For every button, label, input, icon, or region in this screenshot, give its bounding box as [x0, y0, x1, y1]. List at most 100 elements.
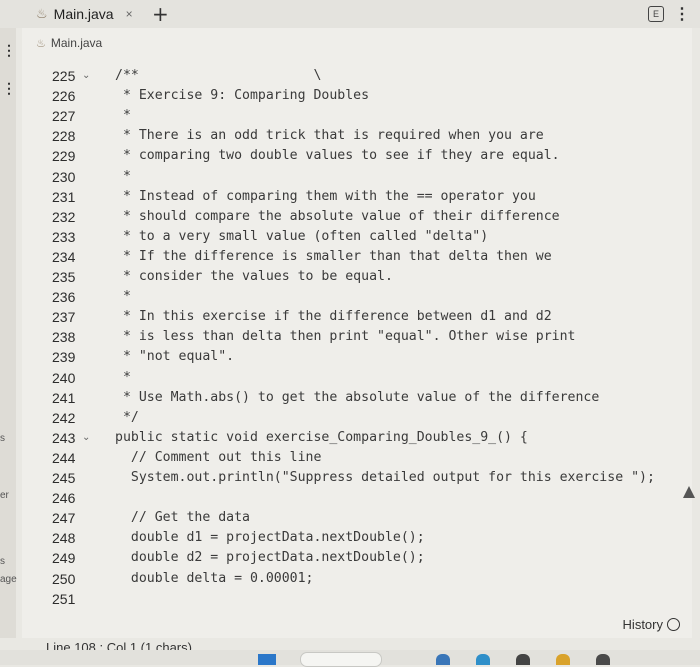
line-number: 242: [52, 409, 76, 426]
more-options-icon[interactable]: ⋮: [674, 4, 690, 24]
file-label[interactable]: Main.java: [51, 36, 102, 50]
code-text: System.out.println("Suppress detailed ou…: [115, 470, 655, 485]
fold-chevron-icon[interactable]: ⌄: [82, 428, 90, 448]
line-number: 230: [52, 168, 76, 185]
breadcrumb: ♨ Main.java: [36, 36, 102, 50]
code-line[interactable]: 232 * should compare the absolute value …: [22, 207, 692, 227]
line-number: 236: [52, 289, 76, 306]
code-line[interactable]: 233 * to a very small value (often calle…: [22, 227, 692, 247]
line-number: 238: [52, 329, 76, 346]
history-button[interactable]: History: [623, 617, 680, 632]
line-number: 239: [52, 349, 76, 366]
line-number: 229: [52, 148, 76, 165]
code-line[interactable]: 229 * comparing two double values to see…: [22, 146, 692, 166]
code-text: *: [115, 289, 131, 305]
history-label: History: [622, 617, 663, 632]
close-tab-icon[interactable]: ×: [126, 7, 133, 21]
taskbar-app-icon[interactable]: [556, 654, 570, 665]
line-number: 227: [52, 108, 76, 125]
code-text: */: [115, 409, 139, 425]
code-line[interactable]: 242 */: [22, 408, 692, 428]
code-line[interactable]: 236 *: [22, 287, 692, 307]
code-text: * comparing two double values to see if …: [115, 148, 560, 164]
code-line[interactable]: 251: [22, 589, 692, 609]
line-number: 240: [52, 369, 76, 386]
code-text: * should compare the absolute value of t…: [115, 208, 560, 224]
os-taskbar: [0, 650, 700, 667]
tab-main-java[interactable]: ♨ Main.java ×: [36, 0, 148, 28]
line-number: 232: [52, 208, 76, 225]
code-line[interactable]: 230 *: [22, 167, 692, 187]
left-pane-text-fragment: s: [0, 556, 5, 567]
code-text: // Get the data: [115, 510, 250, 526]
line-number: 245: [52, 470, 76, 486]
tab-bar: ♨ Main.java × + E ⋮: [0, 0, 700, 28]
code-text: * There is an odd trick that is required…: [115, 128, 544, 144]
taskbar-app-icon[interactable]: [516, 654, 530, 665]
code-text: * to a very small value (often called "d…: [115, 228, 489, 244]
java-file-icon: ♨: [36, 6, 48, 21]
code-line[interactable]: 250 double delta = 0.00001;: [22, 569, 692, 589]
code-text: public static void exercise_Comparing_Do…: [115, 429, 528, 445]
code-line[interactable]: 225 ⌄ /** \: [22, 66, 692, 86]
line-number: 234: [52, 248, 76, 265]
line-number: 233: [52, 228, 76, 245]
mouse-cursor-icon: [683, 486, 695, 498]
line-number: 250: [52, 570, 76, 587]
line-number: 247: [52, 510, 76, 527]
code-line[interactable]: 235 * consider the values to be equal.: [22, 267, 692, 287]
code-text: double d1 = projectData.nextDouble();: [115, 530, 425, 546]
code-line[interactable]: 226 * Exercise 9: Comparing Doubles: [22, 86, 692, 106]
line-number: 246: [52, 490, 76, 507]
code-line[interactable]: 238 * is less than delta then print "equ…: [22, 327, 692, 347]
taskbar-app-icon[interactable]: [476, 654, 490, 665]
line-number: 241: [52, 389, 76, 406]
tab-bar-actions: E ⋮: [648, 4, 690, 24]
java-file-icon: ♨: [36, 37, 46, 50]
code-text: * Exercise 9: Comparing Doubles: [115, 88, 370, 104]
line-number: 248: [52, 530, 76, 547]
line-number: 225: [52, 68, 76, 84]
code-line[interactable]: 240 *: [22, 368, 692, 388]
code-text: *: [115, 168, 131, 184]
code-line[interactable]: 231 * Instead of comparing them with the…: [22, 187, 692, 207]
left-pane-menu-icon-2[interactable]: ⋮: [2, 80, 16, 97]
code-line[interactable]: 247 // Get the data: [22, 508, 692, 528]
left-pane-text-fragment: er: [0, 490, 9, 501]
code-text: *: [115, 108, 131, 124]
history-icon: [667, 618, 680, 631]
fold-chevron-icon[interactable]: ⌄: [82, 66, 90, 86]
code-line[interactable]: 243 ⌄ public static void exercise_Comparin…: [22, 428, 692, 448]
left-pane-edge: ⋮ ⋮ s er s age: [0, 28, 17, 638]
line-number: 226: [52, 88, 76, 105]
code-text: *: [115, 369, 131, 385]
code-line[interactable]: 227 *: [22, 106, 692, 126]
code-text: * In this exercise if the difference bet…: [115, 309, 552, 325]
line-number: 243: [52, 429, 76, 446]
tab-title: Main.java: [53, 6, 114, 22]
line-number: 231: [52, 188, 76, 205]
taskbar-app-icon[interactable]: [596, 654, 610, 665]
windows-start-icon[interactable]: [258, 654, 276, 665]
left-pane-text-fragment: age: [0, 574, 17, 585]
code-line[interactable]: 241 * Use Math.abs() to get the absolute…: [22, 388, 692, 408]
line-number: 249: [52, 550, 76, 567]
code-text: * consider the values to be equal.: [115, 269, 393, 284]
code-line[interactable]: 234 * If the difference is smaller than …: [22, 247, 692, 267]
code-text: // Comment out this line: [115, 449, 322, 465]
code-text: /** \: [115, 68, 322, 83]
code-line[interactable]: 228 * There is an odd trick that is requ…: [22, 126, 692, 146]
line-number: 235: [52, 269, 76, 285]
code-line[interactable]: 245 System.out.println("Suppress detaile…: [22, 468, 692, 488]
code-line[interactable]: 237 * In this exercise if the difference…: [22, 307, 692, 327]
markdown-preview-icon[interactable]: E: [648, 6, 664, 22]
code-line[interactable]: 248 double d1 = projectData.nextDouble()…: [22, 528, 692, 548]
code-line[interactable]: 239 * "not equal".: [22, 347, 692, 367]
code-line[interactable]: 244 // Comment out this line: [22, 448, 692, 468]
code-line[interactable]: 249 double d2 = projectData.nextDouble()…: [22, 548, 692, 568]
new-tab-button[interactable]: +: [152, 2, 169, 26]
taskbar-app-icon[interactable]: [436, 654, 450, 665]
left-pane-menu-icon[interactable]: ⋮: [2, 42, 16, 59]
code-line[interactable]: 246: [22, 488, 692, 508]
code-editor[interactable]: ♨ Main.java 225 ⌄ /** \ 226 * Exercise 9: C…: [22, 28, 692, 655]
